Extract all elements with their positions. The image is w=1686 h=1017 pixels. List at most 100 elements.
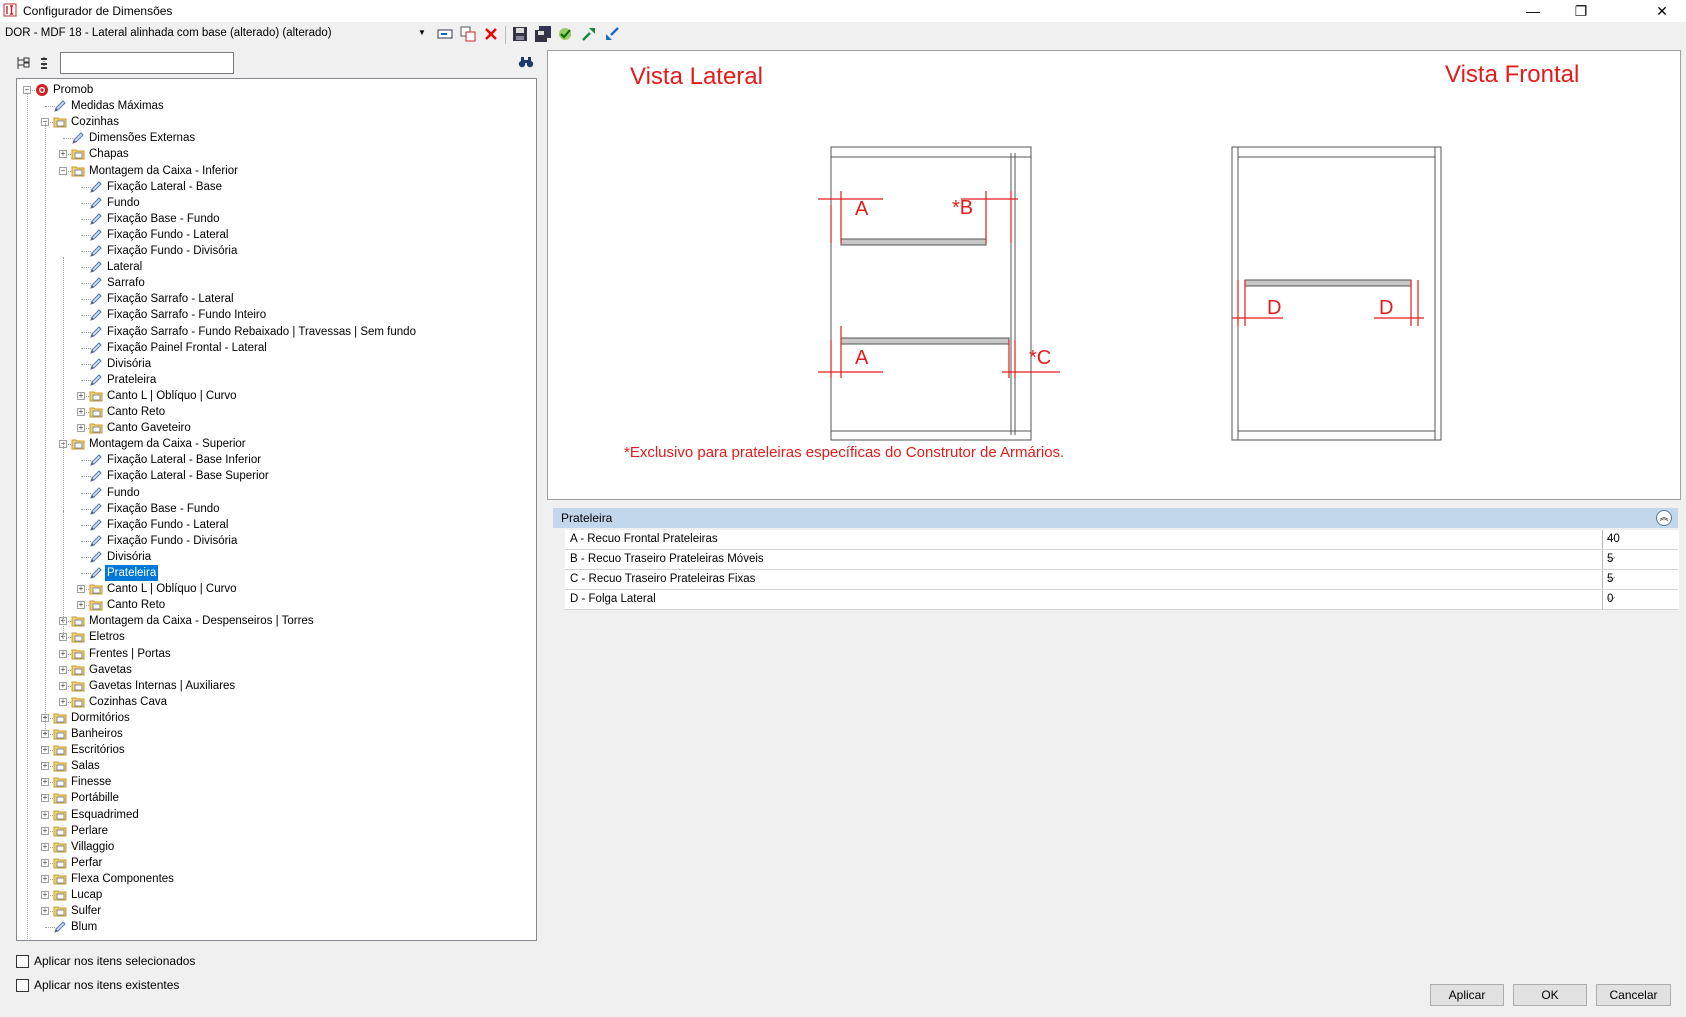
tree-node-label[interactable]: Fixação Painel Frontal - Lateral — [105, 340, 269, 356]
tree-node-label[interactable]: Fixação Lateral - Base — [105, 179, 224, 195]
tree-node-label[interactable]: Fixação Base - Fundo — [105, 211, 222, 227]
tree-node-label[interactable]: Fundo — [105, 195, 142, 211]
tree-node[interactable]: + Chapas — [17, 146, 532, 162]
expand-node-icon[interactable]: + — [41, 762, 49, 771]
tree-node[interactable]: + Canto Gaveteiro — [17, 420, 532, 436]
tree-node-label[interactable]: Prateleira — [105, 565, 159, 581]
expand-node-icon[interactable]: + — [77, 391, 85, 400]
tree-node-label[interactable]: Lucap — [69, 887, 104, 903]
tree-node[interactable]: + Frentes | Portas — [17, 646, 532, 662]
tree-node-label[interactable]: Fixação Fundo - Lateral — [105, 227, 230, 243]
tree-node[interactable]: + Banheiros — [17, 726, 532, 742]
tree-node[interactable]: Fixação Sarrafo - Fundo Inteiro — [17, 307, 532, 323]
tree-node-label[interactable]: Fundo — [105, 485, 142, 501]
expand-node-icon[interactable]: + — [59, 150, 67, 159]
tree-node[interactable]: Fixação Sarrafo - Fundo Rebaixado | Trav… — [17, 324, 532, 340]
tree-node-label[interactable]: Escritórios — [69, 742, 127, 758]
tree-node-label[interactable]: Gavetas — [87, 662, 134, 678]
tree-node-label[interactable]: Montagem da Caixa - Despenseiros | Torre… — [87, 613, 316, 629]
close-window-button[interactable]: ✕ — [1642, 0, 1682, 22]
tree-node-label[interactable]: Blum — [69, 919, 99, 935]
expand-node-icon[interactable]: + — [41, 826, 49, 835]
tree-node[interactable]: + Sulfer — [17, 903, 532, 919]
tree-node[interactable]: + Canto Reto — [17, 404, 532, 420]
tree-node-label[interactable]: Sarrafo — [105, 275, 147, 291]
tree-node-label[interactable]: Prateleira — [105, 372, 158, 388]
expand-node-icon[interactable]: + — [41, 810, 49, 819]
tree-node[interactable]: Fixação Base - Fundo — [17, 211, 532, 227]
tree-node[interactable]: + Montagem da Caixa - Despenseiros | Torr… — [17, 613, 532, 629]
tree-node[interactable]: Blum — [17, 919, 532, 935]
restore-button[interactable]: ❐ — [1561, 0, 1601, 22]
expand-node-icon[interactable]: + — [77, 424, 85, 433]
tree-node-label[interactable]: Canto Reto — [105, 597, 167, 613]
category-tree[interactable]: − Promob Medidas Máximas − Cozinhas Dimensões… — [16, 78, 537, 941]
tree-node[interactable]: + Salas — [17, 758, 532, 774]
expand-node-icon[interactable]: + — [59, 697, 67, 706]
collapse-icon[interactable] — [603, 25, 621, 43]
tree-node[interactable]: Dimensões Externas — [17, 130, 532, 146]
property-value-dropdown[interactable]: 0 ⌵ — [1602, 590, 1679, 609]
tree-node[interactable]: Fixação Fundo - Divisória — [17, 533, 532, 549]
collapse-group-icon[interactable]: ︽ — [1656, 510, 1672, 526]
tree-node[interactable]: Fixação Fundo - Lateral — [17, 227, 532, 243]
expand-node-icon[interactable]: + — [59, 681, 67, 690]
tree-node-label[interactable]: Frentes | Portas — [87, 646, 173, 662]
configuration-select[interactable]: DOR - MDF 18 - Lateral alinhada com base… — [4, 25, 428, 43]
cancel-button[interactable]: Cancelar — [1596, 984, 1671, 1006]
tree-node-label[interactable]: Fixação Lateral - Base Superior — [105, 468, 271, 484]
tree-node-label[interactable]: Eletros — [87, 629, 127, 645]
expand-icon[interactable] — [580, 25, 598, 43]
tree-node[interactable]: Sarrafo — [17, 275, 532, 291]
tree-node-label[interactable]: Flexa Componentes — [69, 871, 176, 887]
expand-node-icon[interactable]: + — [41, 778, 49, 787]
property-value-dropdown[interactable]: 5 ⌵ — [1602, 570, 1679, 589]
tree-node-label[interactable]: Canto Gaveteiro — [105, 420, 193, 436]
tree-node[interactable]: + Perfar — [17, 855, 532, 871]
tree-node-label[interactable]: Perfar — [69, 855, 104, 871]
tree-node[interactable]: − Montagem da Caixa - Superior — [17, 436, 532, 452]
tree-node[interactable]: Fixação Fundo - Divisória — [17, 243, 532, 259]
tree-node-label[interactable]: Lateral — [105, 259, 144, 275]
tree-node-label[interactable]: Cozinhas — [69, 114, 121, 130]
tree-node-label[interactable]: Divisória — [105, 356, 153, 372]
tree-node[interactable]: + Gavetas Internas | Auxiliares — [17, 678, 532, 694]
tree-node[interactable]: Prateleira — [17, 372, 532, 388]
expand-node-icon[interactable]: + — [41, 794, 49, 803]
tree-node-label[interactable]: Dimensões Externas — [87, 130, 197, 146]
tree-node[interactable]: Fixação Sarrafo - Lateral — [17, 291, 532, 307]
expand-node-icon[interactable]: + — [59, 665, 67, 674]
tree-node-label[interactable]: Divisória — [105, 549, 153, 565]
expand-node-icon[interactable]: + — [59, 649, 67, 658]
chevron-down-icon[interactable]: ⌵ — [1607, 572, 1675, 585]
tree-node-label[interactable]: Finesse — [69, 774, 113, 790]
rename-icon[interactable] — [436, 25, 454, 43]
tree-node-label[interactable]: Cozinhas Cava — [87, 694, 169, 710]
tree-node[interactable]: + Cozinhas Cava — [17, 694, 532, 710]
ok-button[interactable]: OK — [1513, 984, 1587, 1006]
search-input[interactable] — [60, 52, 234, 74]
property-group-header[interactable]: Prateleira ︽ — [553, 508, 1678, 528]
tree-node[interactable]: Fixação Painel Frontal - Lateral — [17, 340, 532, 356]
list-view-icon[interactable] — [38, 55, 54, 71]
minimize-button[interactable]: — — [1513, 0, 1553, 22]
tree-node-label[interactable]: Promob — [51, 82, 95, 98]
tree-node[interactable]: + Portábille — [17, 790, 532, 806]
collapse-node-icon[interactable]: − — [59, 166, 67, 175]
property-row[interactable]: C - Recuo Traseiro Prateleiras Fixas 5 ⌵ — [565, 570, 1679, 590]
tree-node-label[interactable]: Fixação Fundo - Divisória — [105, 533, 239, 549]
tree-node[interactable]: + Lucap — [17, 887, 532, 903]
tree-node[interactable]: Fixação Lateral - Base Inferior — [17, 452, 532, 468]
expand-node-icon[interactable]: + — [41, 874, 49, 883]
tree-node[interactable]: + Gavetas — [17, 662, 532, 678]
tree-node-label[interactable]: Montagem da Caixa - Superior — [87, 436, 248, 452]
tree-node-label[interactable]: Dormitórios — [69, 710, 132, 726]
tree-node[interactable]: + Canto L | Oblíquo | Curvo — [17, 581, 532, 597]
tree-node-label[interactable]: Fixação Lateral - Base Inferior — [105, 452, 263, 468]
tree-node[interactable]: + Eletros — [17, 629, 532, 645]
delete-icon[interactable] — [482, 25, 500, 43]
tree-node[interactable]: + Escritórios — [17, 742, 532, 758]
tree-node[interactable]: + Perlare — [17, 823, 532, 839]
expand-node-icon[interactable]: + — [41, 746, 49, 755]
expand-node-icon[interactable]: + — [77, 585, 85, 594]
